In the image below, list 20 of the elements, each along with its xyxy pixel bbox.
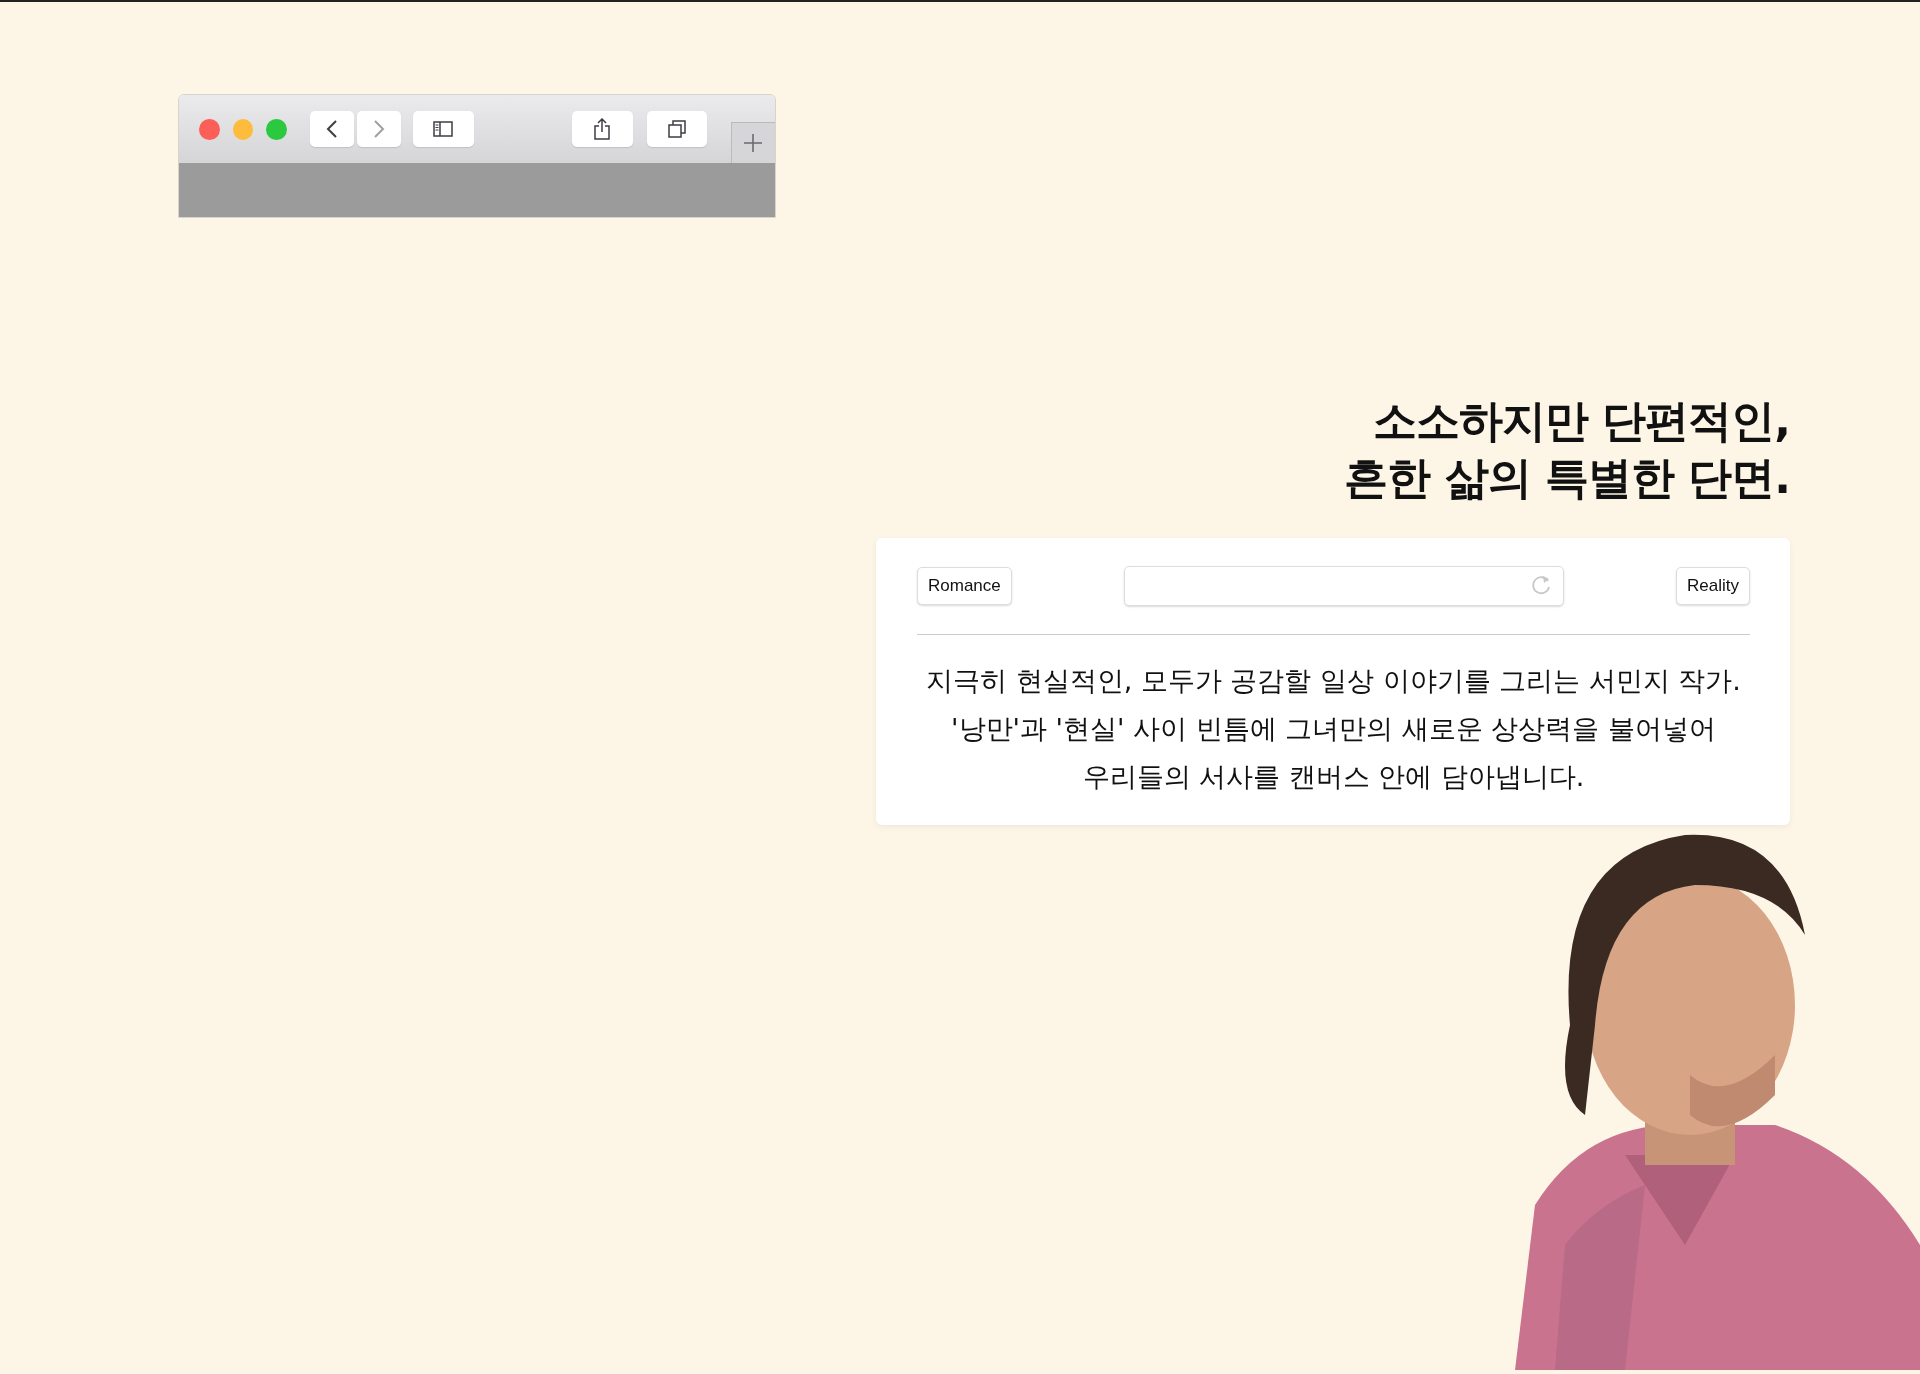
slider-field[interactable] xyxy=(1123,566,1564,606)
plus-icon xyxy=(742,132,765,154)
sidebar-icon xyxy=(433,118,454,140)
description-text: '낭만'과 '현실' 사이 빈틈에 그녀만의 새로운 상상력을 불어넣어 xyxy=(951,712,1716,746)
close-button[interactable] xyxy=(199,118,220,140)
tabs-button[interactable] xyxy=(646,111,707,147)
new-tab-button[interactable] xyxy=(730,122,775,163)
share-icon xyxy=(592,118,613,140)
description-text: 우리들의 서사를 캔버스 안에 담아냅니다. xyxy=(1082,760,1585,794)
headline-text: 소소하지만 단편적인, xyxy=(1372,394,1790,448)
romance-button[interactable]: Romance xyxy=(917,567,1012,605)
zoom-button[interactable] xyxy=(266,118,287,140)
reality-button[interactable]: Reality xyxy=(1676,567,1750,605)
tabs-icon xyxy=(666,118,687,140)
description-text: 지극히 현실적인, 모두가 공감할 일상 이야기를 그리는 서민지 작가. xyxy=(926,664,1741,698)
minimize-button[interactable] xyxy=(232,118,254,140)
sidebar-button[interactable] xyxy=(412,111,474,147)
share-button[interactable] xyxy=(571,111,633,147)
headline-text: 흔한 삶의 특별한 단면. xyxy=(1344,451,1790,505)
back-button[interactable] xyxy=(310,111,355,147)
